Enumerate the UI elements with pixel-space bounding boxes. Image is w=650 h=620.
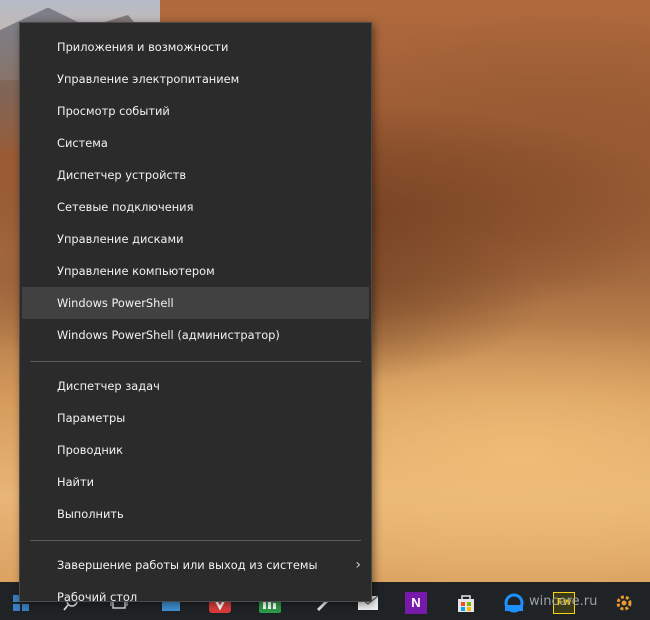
menu-item-shutdown-label: Завершение работы или выход из системы <box>57 558 318 572</box>
menu-item-event-viewer[interactable]: Просмотр событий <box>22 95 369 127</box>
chevron-right-icon: › <box>355 557 361 573</box>
microsoft-store-icon[interactable] <box>454 592 478 614</box>
winx-context-menu: Приложения и возможности Управление элек… <box>19 22 372 604</box>
menu-item-task-manager[interactable]: Диспетчер задач <box>22 370 369 402</box>
menu-item-search[interactable]: Найти <box>22 466 369 498</box>
menu-separator <box>30 540 361 541</box>
menu-item-run[interactable]: Выполнить <box>22 498 369 530</box>
menu-item-device-manager[interactable]: Диспетчер устройств <box>22 159 369 191</box>
watermark: wincore.ru <box>529 594 598 609</box>
menu-item-desktop[interactable]: Рабочий стол <box>22 581 369 613</box>
onenote-label: N <box>405 592 427 614</box>
ie-beta-icon[interactable] <box>502 592 526 614</box>
menu-item-shutdown[interactable]: Завершение работы или выход из системы › <box>22 549 369 581</box>
menu-separator <box>30 361 361 362</box>
menu-item-powershell[interactable]: Windows PowerShell <box>22 287 369 319</box>
settings-gear-icon[interactable] <box>612 592 636 614</box>
menu-item-settings[interactable]: Параметры <box>22 402 369 434</box>
onenote-icon[interactable]: N <box>404 592 428 614</box>
menu-item-apps-features[interactable]: Приложения и возможности <box>22 31 369 63</box>
menu-item-disk-management[interactable]: Управление дисками <box>22 223 369 255</box>
menu-item-network-connections[interactable]: Сетевые подключения <box>22 191 369 223</box>
menu-item-system[interactable]: Система <box>22 127 369 159</box>
menu-item-power-options[interactable]: Управление электропитанием <box>22 63 369 95</box>
menu-item-powershell-admin[interactable]: Windows PowerShell (администратор) <box>22 319 369 351</box>
menu-item-computer-management[interactable]: Управление компьютером <box>22 255 369 287</box>
menu-item-file-explorer[interactable]: Проводник <box>22 434 369 466</box>
